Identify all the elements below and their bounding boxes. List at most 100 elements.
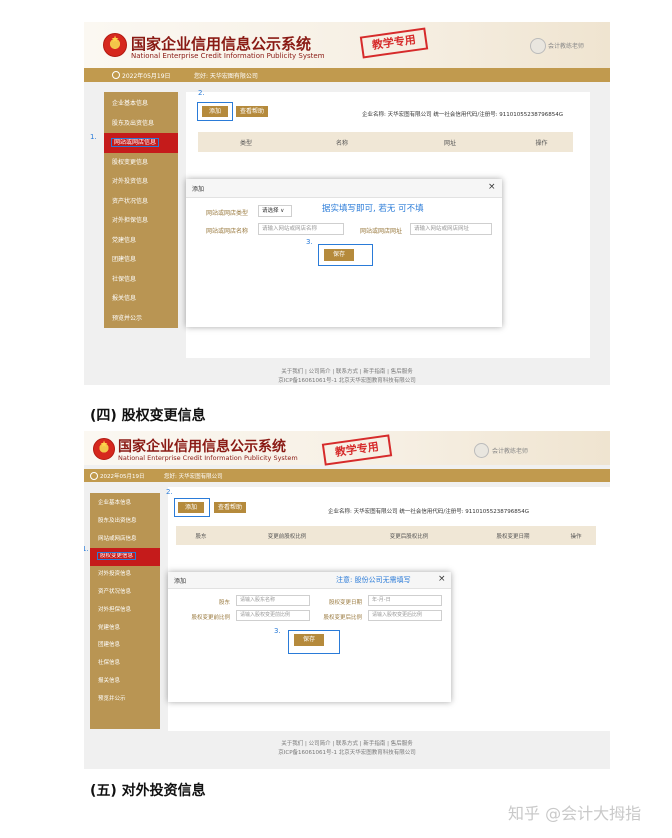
footer-links: 关于我们 | 公司简介 | 联系方式 | 新手指南 | 售后服务 xyxy=(281,369,413,375)
sidebar-item-label: 党建信息 xyxy=(98,624,121,631)
sidebar-item[interactable]: 企业基本信息 xyxy=(104,94,178,114)
sidebar-item-label: 报关信息 xyxy=(112,295,137,302)
col-action: 操作 xyxy=(570,534,582,540)
table-header: 股东 变更前股权比例 变更后股权比例 股权变更日期 操作 xyxy=(176,526,596,545)
sidebar-item[interactable]: 党建信息 xyxy=(104,231,178,251)
sidebar-item[interactable]: 党建信息 xyxy=(90,620,160,638)
info-bar: 2022年05月19日 您好: 天华宏图有限公司 xyxy=(84,469,610,482)
step3-marker: 3. xyxy=(306,238,313,246)
col-name: 名称 xyxy=(335,140,348,147)
greeting-company: 您好: 天华宏图有限公司 xyxy=(164,474,223,480)
sidebar-item[interactable]: 团建信息 xyxy=(90,637,160,655)
user-avatar-icon xyxy=(530,38,546,54)
step1-marker: 1. xyxy=(84,545,89,553)
step2-highlight xyxy=(197,102,233,121)
user-name[interactable]: 会计教练老师 xyxy=(492,446,528,455)
sidebar: 企业基本信息股东及出资信息 网站或网店信息 股权变更信息对外投资信息 资产状况信息 对外… xyxy=(104,92,178,328)
sidebar-item[interactable]: 股东及出资信息 xyxy=(90,513,160,531)
clock-icon xyxy=(112,71,120,79)
sidebar-item-label: 股东及出资信息 xyxy=(112,119,155,127)
col-type: 类型 xyxy=(239,140,252,147)
sidebar: 企业基本信息 股东及出资信息网站或网店信息股权变更信息对外投资信息 资产状况信息对外… xyxy=(90,493,160,729)
sidebar-item-label: 股权变更信息 xyxy=(112,158,149,166)
sidebar-item[interactable]: 股权变更信息 xyxy=(90,548,160,567)
close-icon[interactable]: × xyxy=(438,574,446,584)
note-shares-company: 注意: 股份公司无需填写 xyxy=(336,576,411,584)
sidebar-item[interactable]: 股权变更信息 xyxy=(104,153,178,173)
company-info-line: 企业名称: 天华宏图有限公司 统一社会信用代码/注册号: 91101055238… xyxy=(362,112,564,118)
add-dialog: 添加 × 网站或网店类型 请选择 ∨ 据实填写即可, 若无 可不填 网站或网店名… xyxy=(186,179,502,327)
user-name[interactable]: 会计教练老师 xyxy=(548,41,584,50)
sidebar-item[interactable]: 对外担保信息 xyxy=(104,211,178,231)
sidebar-item[interactable]: 企业基本信息 xyxy=(90,495,160,513)
screenshot-website-info: 国家企业信用信息公示系统 National Enterprise Credit … xyxy=(84,22,610,385)
sidebar-item[interactable]: 股东及出资信息 xyxy=(104,114,178,134)
national-emblem-icon xyxy=(93,438,115,460)
view-help-button[interactable]: 查看帮助 xyxy=(236,106,268,117)
site-type-select[interactable]: 请选择 ∨ xyxy=(258,205,292,217)
company-info-line: 企业名称: 天华宏图有限公司 统一社会信用代码/注册号: 91101055238… xyxy=(328,509,530,515)
step3-marker: 3. xyxy=(274,627,281,635)
footer-links: 关于我们 | 公司简介 | 联系方式 | 新手指南 | 售后服务 xyxy=(281,741,413,747)
sidebar-item[interactable]: 资产状况信息 xyxy=(104,192,178,212)
col-after: 变更后股权比例 xyxy=(389,534,429,540)
user-avatar-icon xyxy=(474,443,489,458)
teaching-stamp: 教学专用 xyxy=(321,434,393,466)
screenshot-equity-change: 国家企业信用信息公示系统 National Enterprise Credit … xyxy=(84,431,610,769)
footer-icp: 京ICP备16061061号-1 北京天华宏图教育科技有限公司 xyxy=(278,750,416,756)
sidebar-item-label: 网站或网店信息 xyxy=(110,138,160,147)
after-ratio-input[interactable]: 请输入股权变更后比例 xyxy=(368,610,442,621)
sidebar-item-label: 社保信息 xyxy=(112,275,137,283)
site-name-input[interactable]: 请输入网站或网店名称 xyxy=(258,223,344,235)
sidebar-item[interactable]: 对外投资信息 xyxy=(104,172,178,192)
sidebar-item[interactable]: 网站或网店信息 xyxy=(104,133,178,153)
sidebar-item[interactable]: 社保信息 xyxy=(104,270,178,290)
info-bar: 2022年05月19日 您好: 天华宏图有限公司 xyxy=(84,68,610,82)
site-title-en: National Enterprise Credit Information P… xyxy=(118,454,298,462)
site-type-label: 网站或网店类型 xyxy=(205,210,248,217)
sidebar-item-label: 企业基本信息 xyxy=(98,500,132,506)
sidebar-item-label: 党建信息 xyxy=(112,236,137,244)
sidebar-item[interactable]: 网站或网店信息 xyxy=(90,531,160,549)
dialog-titlebar: 添加 注意: 股份公司无需填写 × xyxy=(168,572,451,589)
sidebar-item-label: 股权变更信息 xyxy=(96,552,137,561)
sidebar-item[interactable]: 报关信息 xyxy=(104,289,178,309)
col-holder: 股东 xyxy=(195,534,207,540)
sidebar-item[interactable]: 对外投资信息 xyxy=(90,566,160,584)
sidebar-item-label: 股东及出资信息 xyxy=(98,517,137,524)
sidebar-item[interactable]: 预览并公示 xyxy=(104,309,178,329)
change-date-input[interactable]: 年-月-日 xyxy=(368,595,442,606)
before-ratio-input[interactable]: 请输入股权变更前比例 xyxy=(236,610,310,621)
dialog-titlebar: 添加 × xyxy=(186,179,502,198)
fill-note: 据实填写即可, 若无 可不填 xyxy=(322,204,424,214)
change-date-label: 股权变更日期 xyxy=(328,600,362,606)
sidebar-item[interactable]: 团建信息 xyxy=(104,250,178,270)
clock-icon xyxy=(90,472,98,480)
step1-marker: 1. xyxy=(90,133,97,141)
sidebar-item[interactable]: 资产状况信息 xyxy=(90,584,160,602)
col-url: 网址 xyxy=(443,140,456,147)
national-emblem-icon xyxy=(103,33,127,57)
sidebar-item[interactable]: 对外担保信息 xyxy=(90,602,160,620)
step2-marker: 2. xyxy=(166,488,173,496)
step3-highlight xyxy=(318,244,373,266)
sidebar-item[interactable]: 预览并公示 xyxy=(90,691,160,709)
close-icon[interactable]: × xyxy=(488,182,496,192)
sidebar-item[interactable]: 报关信息 xyxy=(90,673,160,691)
sidebar-item[interactable]: 社保信息 xyxy=(90,655,160,673)
table-header: 类型 名称 网址 操作 xyxy=(198,132,573,152)
site-title-en: National Enterprise Credit Information P… xyxy=(131,52,325,60)
sidebar-item-label: 预览并公示 xyxy=(98,695,126,702)
step2-marker: 2. xyxy=(198,89,205,97)
site-url-input[interactable]: 请输入网站或网店网址 xyxy=(410,223,492,235)
sidebar-item-label: 团建信息 xyxy=(112,256,137,263)
view-help-button[interactable]: 查看帮助 xyxy=(214,502,246,513)
sidebar-item-label: 对外担保信息 xyxy=(98,606,132,613)
sidebar-item-label: 报关信息 xyxy=(98,678,121,684)
site-url-label: 网站或网店网址 xyxy=(359,228,402,235)
teaching-stamp: 教学专用 xyxy=(359,27,429,59)
holder-input[interactable]: 请输入股东名称 xyxy=(236,595,310,606)
sidebar-item-label: 社保信息 xyxy=(98,660,121,667)
site-header: 国家企业信用信息公示系统 National Enterprise Credit … xyxy=(84,22,610,68)
add-dialog: 添加 注意: 股份公司无需填写 × 股东 请输入股东名称 股权变更日期 年-月-… xyxy=(168,572,451,702)
